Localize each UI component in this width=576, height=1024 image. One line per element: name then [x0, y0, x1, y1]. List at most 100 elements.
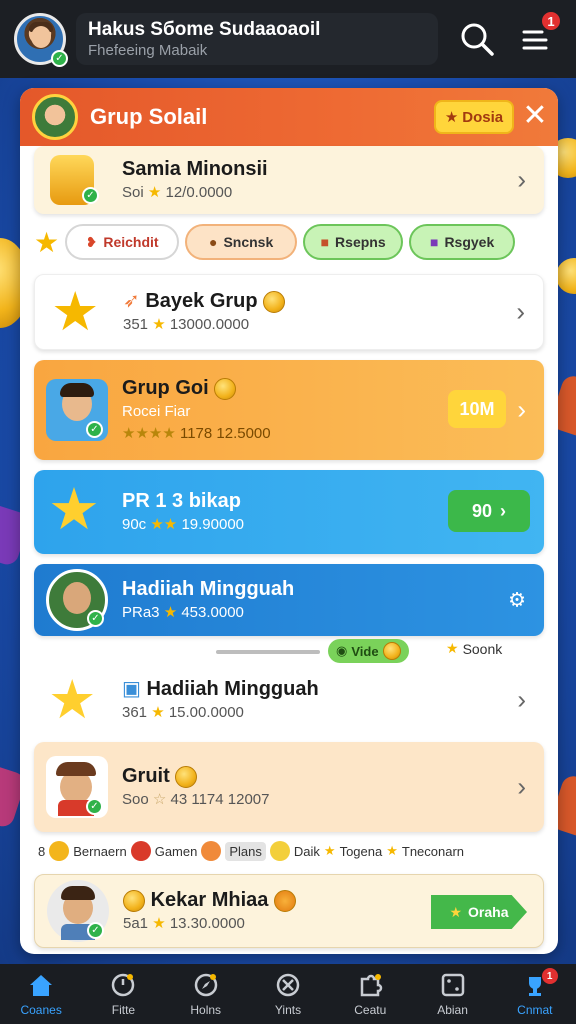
star-outline-icon: ☆ — [152, 791, 167, 808]
list-item[interactable]: ✓ Kekar Mhiaa 5a1 ★ 13.30.0000 ★ Oraha — [34, 874, 544, 948]
panel-header: Grup Solail ★ Dosia ✕ — [20, 88, 558, 146]
chevron-right-icon: › — [516, 296, 525, 327]
nav-item-fitte[interactable]: Fitte — [82, 964, 164, 1024]
compass-icon — [194, 973, 217, 997]
star-icon: ★ — [386, 843, 398, 858]
nav-item-abian[interactable]: Abian — [411, 964, 493, 1024]
nav-item-ceatu[interactable]: Ceatu — [329, 964, 411, 1024]
row-value: 15.00.0000 — [168, 704, 244, 721]
star-icon: ★ — [152, 915, 166, 932]
star-icon: ★ — [152, 316, 166, 333]
app-title: Hakus Sбоme Sudaaoaoil — [88, 19, 321, 40]
row-sub-prefix: 351 — [123, 316, 149, 333]
basket-icon — [201, 841, 222, 861]
basket-icon: ■ — [429, 234, 439, 250]
check-icon: ✓ — [87, 922, 104, 939]
list-item[interactable]: ✓ Hadiiah Mingguah PRa3 ★ 453.0000 ⚙ — [34, 564, 544, 636]
list-item[interactable]: ★ ➶ Bayek Grup 351 ★ 13000.0000 › — [34, 274, 544, 350]
player-avatar: ✓ — [46, 379, 108, 441]
chip-sncnsk[interactable]: ● Sncnsk — [185, 224, 298, 260]
star-wand-icon: ★ — [51, 282, 100, 342]
coin-icon — [123, 889, 145, 912]
star-icon: ★ — [444, 109, 459, 126]
list-item[interactable]: ✓ Grup Goi Rocei Fiar ★★★★ 1178 12.5000 … — [34, 360, 544, 460]
row-value: 12/0.0000 — [165, 184, 233, 201]
row-value: 13000.0000 — [169, 316, 250, 333]
row-value: 453.0000 — [181, 604, 244, 621]
bonus-label: Dosia — [462, 108, 504, 126]
bottom-navigation: Coanes Fitte Holns Yints Ceatu Abian Cnm… — [0, 964, 576, 1024]
list-item[interactable]: ✓ Samia Minonsii Soi ★ 12/0.0000 › — [34, 146, 544, 214]
gear-icon[interactable]: ⚙ — [508, 588, 526, 613]
star-icon: ★ — [446, 640, 459, 656]
notification-badge: 1 — [540, 10, 562, 32]
row-action-button[interactable]: ★ Oraha — [431, 895, 527, 929]
chip-rsepns[interactable]: ■ Rsepns — [303, 224, 404, 260]
coin-icon — [269, 841, 290, 861]
row-name: Hadiiah Mingguah — [146, 678, 319, 700]
nav-label: Fitte — [111, 1003, 136, 1017]
search-icon[interactable] — [460, 22, 494, 56]
close-button[interactable]: ✕ — [520, 101, 550, 131]
chip-reichdit[interactable]: ❥ Reichdit — [65, 224, 180, 260]
app-title-box[interactable]: Hakus Sбоme Sudaaoaoil Fhefeeing Mabaik — [76, 13, 438, 65]
coin-icon — [214, 377, 237, 400]
row-value: 1178 12.5000 — [179, 425, 271, 442]
list-item[interactable]: ★ PR 1 3 bikap 90c ★★ 19.90000 90 › — [34, 470, 544, 554]
chevron-right-icon: › — [517, 394, 526, 425]
row-action-button[interactable]: 10M — [448, 390, 506, 428]
legend-label[interactable]: Tneconarn — [402, 844, 464, 859]
heart-icon: ❥ — [85, 233, 98, 250]
action-label: 90 — [471, 500, 493, 521]
nav-label: Ceatu — [354, 1003, 387, 1017]
row-name: Grup Goi — [122, 377, 209, 399]
star-icon: ★ — [323, 843, 336, 858]
panel-title: Grup Solail — [90, 104, 208, 129]
row-name: Hadiiah Mingguah — [122, 578, 295, 600]
star-icon: ★ — [449, 903, 463, 920]
mini-chips: ◉ Vide — [328, 638, 409, 664]
star-icon: ★★ — [150, 516, 178, 533]
star-icon: ★ — [163, 604, 178, 621]
category-legend: 8 Bernaern Gamen Plans Daik ★ Togena ★ T… — [38, 836, 548, 866]
nav-item-home[interactable]: Coanes — [0, 964, 82, 1024]
chevron-right-icon: › — [517, 164, 526, 195]
chip-rsgyek[interactable]: ■ Rsgyek — [409, 224, 516, 260]
chevron-right-icon: › — [517, 771, 526, 802]
star-wand-icon: ★ — [48, 477, 100, 542]
nav-item-cnmat[interactable]: Cnmat 1 — [494, 964, 576, 1024]
list-item[interactable]: ✓ Gruit Soo ☆ 43 1174 12007 › — [34, 742, 544, 832]
bowl-icon: ● — [208, 234, 218, 250]
list-item[interactable]: ★ ▣ Hadiiah Mingguah 361 ★ 15.00.0000 › — [34, 666, 544, 734]
video-icon: ◉ — [336, 643, 348, 658]
nav-item-holns[interactable]: Holns — [165, 964, 247, 1024]
home-icon — [30, 975, 53, 996]
row-value: 19.90000 — [181, 516, 245, 533]
app-subtitle: Fhefeeing Mabaik — [88, 42, 208, 59]
basket-icon: ■ — [320, 234, 330, 250]
row-action-button[interactable]: 90 › — [448, 490, 530, 532]
row-sub-prefix: 5a1 — [123, 915, 149, 932]
nav-item-yints[interactable]: Yints — [247, 964, 329, 1024]
filter-chips: ★ ❥ Reichdit ● Sncnsk ■ Rsepns ■ Rsgyek — [34, 222, 544, 262]
bonus-button[interactable]: ★ Dosia — [434, 100, 514, 134]
gem-icon — [130, 841, 151, 861]
legend-label[interactable]: Bernaern — [73, 844, 126, 859]
row-name: Bayek Grup — [145, 290, 258, 312]
nav-badge: 1 — [541, 968, 558, 984]
legend-label[interactable]: Plans — [225, 841, 266, 861]
action-label: Oraha — [468, 904, 509, 920]
nav-label: Cnmat — [517, 1003, 553, 1017]
dice-icon — [441, 973, 464, 997]
legend-label[interactable]: Togena — [340, 844, 383, 859]
legend-label[interactable]: Daik — [294, 844, 320, 859]
panel-avatar — [32, 94, 78, 140]
row-name: PR 1 3 bikap — [122, 490, 241, 512]
group-panel: Grup Solail ★ Dosia ✕ ✓ Samia Minonsii S… — [20, 88, 558, 954]
nav-label: Coanes — [20, 1003, 62, 1017]
row-name: Samia Minonsii — [122, 158, 268, 180]
profile-avatar[interactable]: ✓ — [14, 13, 68, 67]
legend-label[interactable]: Gamen — [155, 844, 198, 859]
chip-label: Vide — [351, 643, 379, 659]
video-chip[interactable]: ◉ Vide — [328, 639, 409, 663]
